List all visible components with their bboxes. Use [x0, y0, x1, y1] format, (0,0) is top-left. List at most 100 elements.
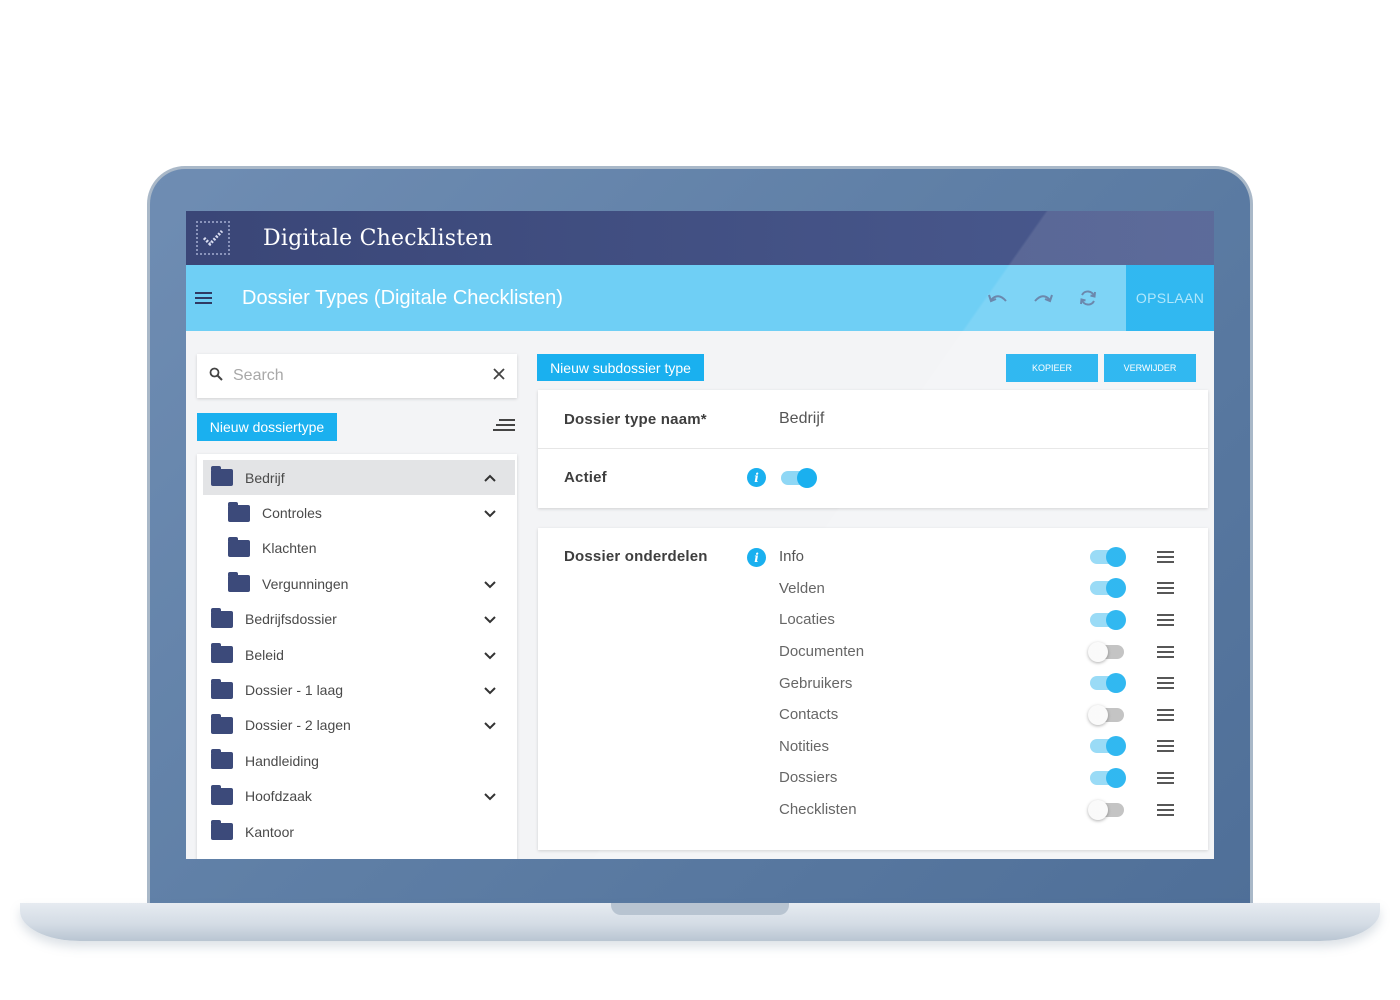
drag-handle-icon[interactable]	[1157, 771, 1175, 784]
tree-item[interactable]: Kantoor	[197, 814, 517, 849]
tree-item-label: Dossier - 2 lagen	[245, 717, 351, 734]
tree-item[interactable]: Bedrijfsdossier	[197, 602, 517, 637]
part-toggle[interactable]	[1090, 736, 1126, 757]
chevron-down-icon[interactable]	[483, 648, 497, 662]
folder-icon	[211, 643, 233, 664]
drag-handle-icon[interactable]	[1157, 613, 1175, 626]
tree-item-label: Beleid	[245, 646, 284, 663]
chevron-down-icon[interactable]	[483, 789, 497, 803]
active-label: Actief	[564, 469, 607, 486]
type-details-card: Dossier type naam* Bedrijf Actief i	[538, 390, 1208, 508]
sort-icon[interactable]	[493, 419, 515, 431]
app-screen: Digitale Checklisten Dossier Types (Digi…	[186, 211, 1214, 859]
part-name: Contacts	[779, 706, 839, 724]
part-row: Contacts	[538, 699, 1208, 731]
chevron-down-icon[interactable]	[483, 718, 497, 732]
part-toggle[interactable]	[1090, 609, 1126, 630]
checkmark-logo-icon	[196, 221, 230, 255]
part-name: Velden	[779, 579, 825, 597]
folder-icon	[211, 607, 233, 628]
tree-item[interactable]: Bedrijf	[203, 460, 515, 496]
part-name: Locaties	[779, 611, 835, 629]
tree-item[interactable]: Handleiding	[197, 743, 517, 778]
part-row: Locaties	[538, 604, 1208, 636]
tree-item-label: Klachten	[262, 540, 317, 557]
part-name: Documenten	[779, 643, 865, 661]
part-toggle[interactable]	[1088, 799, 1124, 820]
drag-handle-icon[interactable]	[1157, 708, 1175, 721]
refresh-icon[interactable]	[1075, 285, 1101, 311]
dossier-parts-card: Dossier onderdelen i Info Velden Locaties D…	[538, 528, 1208, 850]
tree-item[interactable]: Beleid	[197, 637, 517, 672]
part-toggle[interactable]	[1088, 641, 1124, 662]
search-input[interactable]: Search	[233, 367, 493, 385]
drag-handle-icon[interactable]	[1157, 645, 1175, 658]
tree-item-label: Bedrijf	[245, 469, 285, 486]
part-name: Dossiers	[779, 769, 838, 787]
tree-item[interactable]: Dossier - 1 laag	[197, 672, 517, 707]
search-field[interactable]: Search	[197, 354, 517, 398]
folder-icon	[211, 466, 233, 487]
tree-item[interactable]: Klachten	[197, 531, 517, 566]
tree-item-label: Handleiding	[245, 752, 319, 769]
redo-icon[interactable]	[1030, 285, 1056, 311]
page-toolbar: Dossier Types (Digitale Checklisten) OPS…	[186, 265, 1214, 331]
tree-item[interactable]: Hoofdzaak	[197, 779, 517, 814]
copy-button[interactable]: KOPIEER	[1006, 354, 1098, 382]
hamburger-menu-icon[interactable]	[195, 292, 217, 304]
new-dossiertype-button[interactable]: Nieuw dossiertype	[197, 413, 337, 441]
part-row: Dossiers	[538, 762, 1208, 794]
part-name: Info	[779, 548, 805, 566]
delete-button[interactable]: VERWIJDER	[1104, 354, 1196, 382]
folder-icon	[228, 501, 250, 522]
chevron-up-icon[interactable]	[483, 471, 497, 485]
tree-item[interactable]: Vergunningen	[197, 566, 517, 601]
tree-item[interactable]: Controles	[197, 495, 517, 530]
search-icon	[209, 367, 223, 386]
drag-handle-icon[interactable]	[1157, 550, 1175, 563]
new-subdossier-type-button[interactable]: Nieuw subdossier type	[537, 354, 704, 381]
tree-item-label: Kantoor	[245, 823, 295, 840]
part-toggle[interactable]	[1090, 546, 1126, 567]
name-field[interactable]: Bedrijf	[779, 410, 824, 428]
info-icon[interactable]: i	[747, 468, 766, 487]
part-toggle[interactable]	[1088, 704, 1124, 725]
chevron-down-icon[interactable]	[483, 577, 497, 591]
part-name: Gebruikers	[779, 674, 853, 692]
part-row: Info	[538, 541, 1208, 573]
name-row: Dossier type naam* Bedrijf	[538, 390, 1208, 448]
drag-handle-icon[interactable]	[1157, 803, 1175, 816]
part-name: Checklisten	[779, 801, 857, 819]
tree-item[interactable]: Dossier - 2 lagen	[197, 708, 517, 743]
folder-icon	[211, 678, 233, 699]
folder-icon	[211, 749, 233, 770]
tree-item-label: Bedrijfsdossier	[245, 611, 337, 628]
part-row: Documenten	[538, 636, 1208, 668]
drag-handle-icon[interactable]	[1157, 582, 1175, 595]
part-row: Notities	[538, 731, 1208, 763]
part-toggle[interactable]	[1090, 673, 1126, 694]
part-toggle[interactable]	[1090, 578, 1126, 599]
part-toggle[interactable]	[1090, 767, 1126, 788]
laptop-notch	[611, 903, 789, 915]
folder-icon	[211, 784, 233, 805]
part-name: Notities	[779, 737, 830, 755]
active-row: Actief i	[538, 448, 1208, 506]
tree-item-label: Controles	[262, 505, 322, 522]
chevron-down-icon[interactable]	[483, 506, 497, 520]
drag-handle-icon[interactable]	[1157, 677, 1175, 690]
part-row: Checklisten	[538, 794, 1208, 826]
page-title: Dossier Types (Digitale Checklisten)	[242, 286, 563, 309]
app-header: Digitale Checklisten	[186, 211, 1214, 265]
clear-search-icon[interactable]	[493, 367, 505, 385]
chevron-down-icon[interactable]	[483, 612, 497, 626]
chevron-down-icon[interactable]	[483, 683, 497, 697]
save-button[interactable]: OPSLAAN	[1126, 265, 1214, 331]
name-label: Dossier type naam*	[564, 410, 707, 428]
drag-handle-icon[interactable]	[1157, 740, 1175, 753]
undo-icon[interactable]	[985, 285, 1011, 311]
folder-icon	[211, 820, 233, 841]
active-toggle[interactable]	[781, 467, 817, 488]
tree-item-label: Vergunningen	[262, 575, 349, 592]
part-row: Gebruikers	[538, 667, 1208, 699]
